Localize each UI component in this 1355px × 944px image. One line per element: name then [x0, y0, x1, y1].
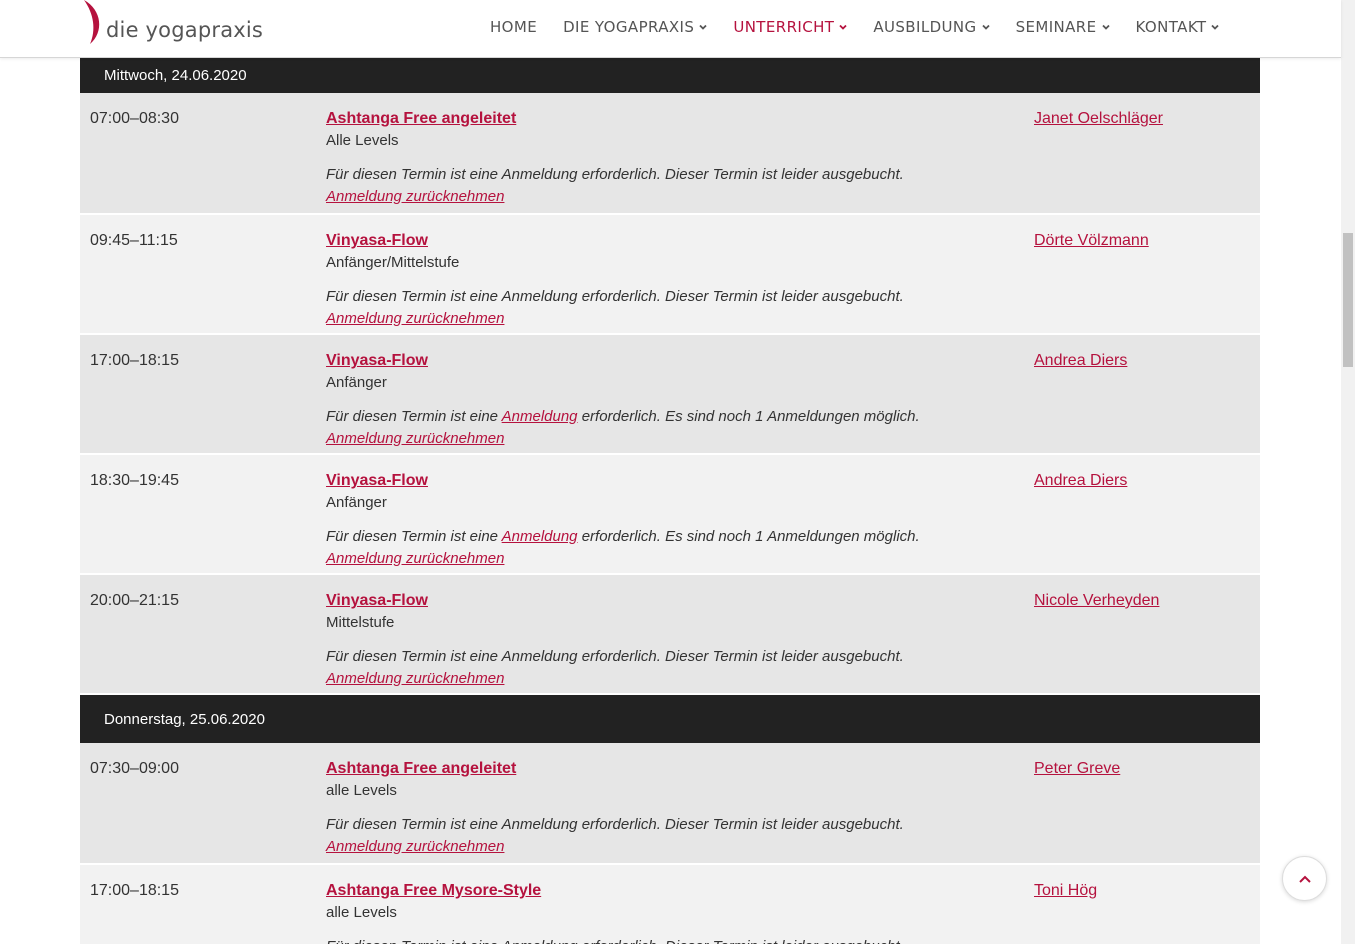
session-details: Vinyasa-Flow Anfänger Für diesen Termin is… — [326, 351, 1016, 450]
session-details: Ashtanga Free Mysore-Style alle Levels Für… — [326, 881, 1016, 944]
session-row: 17:00–18:15 Vinyasa-Flow Anfänger Für diese… — [80, 335, 1260, 453]
teacher-link[interactable]: Janet Oelschläger — [1034, 110, 1163, 128]
nav-item-label: DIE YOGAPRAXIS — [563, 18, 695, 36]
course-level: Anfänger — [326, 374, 387, 391]
teacher-link[interactable]: Andrea Diers — [1034, 352, 1127, 370]
nav-item-unterricht[interactable]: UNTERRICHT — [720, 18, 860, 36]
note-text-post: Anmeldung erforderlich. Dieser Termin is… — [501, 816, 904, 833]
session-details: Ashtanga Free angeleitet alle Levels Für d… — [326, 759, 1016, 858]
nav-item-label: KONTAKT — [1135, 18, 1207, 36]
registration-note: Für diesen Termin ist eine Anmeldung erf… — [326, 936, 1016, 944]
withdraw-registration-link[interactable]: Anmeldung zurücknehmen — [326, 668, 1016, 690]
scrollbar-thumb[interactable] — [1343, 233, 1353, 367]
nav-item-seminare[interactable]: SEMINARE — [1003, 18, 1123, 36]
nav-item-label: HOME — [490, 18, 538, 36]
withdraw-registration-link[interactable]: Anmeldung zurücknehmen — [326, 836, 1016, 858]
withdraw-registration-link[interactable]: Anmeldung zurücknehmen — [326, 186, 1016, 208]
session-time: 18:30–19:45 — [90, 472, 179, 489]
registration-link[interactable]: Anmeldung — [502, 528, 578, 545]
session-time: 07:00–08:30 — [90, 110, 179, 127]
course-title-link[interactable]: Vinyasa-Flow — [326, 231, 1016, 251]
teacher-link[interactable]: Nicole Verheyden — [1034, 592, 1159, 610]
note-text-pre: Für diesen Termin ist eine — [326, 408, 502, 425]
nav-item-home[interactable]: HOME — [477, 18, 550, 36]
session-row: 07:30–09:00 Ashtanga Free angeleitet alle … — [80, 743, 1260, 863]
note-text-pre: Für diesen Termin ist eine — [326, 816, 502, 833]
withdraw-registration-link[interactable]: Anmeldung zurücknehmen — [326, 428, 1016, 450]
chevron-down-icon — [1101, 24, 1110, 30]
note-text-post: Anmeldung erforderlich. Dieser Termin is… — [501, 648, 904, 665]
back-to-top-button[interactable] — [1282, 856, 1327, 901]
note-text-pre: Für diesen Termin ist eine — [326, 166, 502, 183]
session-time: 07:30–09:00 — [90, 760, 179, 777]
registration-note: Für diesen Termin ist eine Anmeldung erf… — [326, 814, 1016, 836]
teacher-link[interactable]: Andrea Diers — [1034, 472, 1127, 490]
note-text-pre: Für diesen Termin ist eine — [326, 288, 502, 305]
nav-item-label: AUSBILDUNG — [873, 18, 977, 36]
course-title-link[interactable]: Vinyasa-Flow — [326, 591, 1016, 611]
nav-item-label: SEMINARE — [1015, 18, 1097, 36]
course-level: Anfänger — [326, 494, 387, 511]
chevron-down-icon — [1211, 24, 1220, 30]
nav-item-label: UNTERRICHT — [733, 18, 835, 36]
session-details: Ashtanga Free angeleitet Alle Levels Für d… — [326, 109, 1016, 208]
course-title-link[interactable]: Vinyasa-Flow — [326, 351, 1016, 371]
chevron-down-icon — [981, 24, 990, 30]
session-time: 17:00–18:15 — [90, 882, 179, 899]
course-level: alle Levels — [326, 904, 397, 921]
day-header: Donnerstag, 25.06.2020 — [80, 695, 1260, 743]
registration-link[interactable]: Anmeldung — [502, 408, 578, 425]
teacher-link[interactable]: Dörte Völzmann — [1034, 232, 1149, 250]
course-title-link[interactable]: Ashtanga Free angeleitet — [326, 109, 1016, 129]
chevron-up-icon — [1298, 875, 1311, 883]
session-time: 17:00–18:15 — [90, 352, 179, 369]
nav-item-die-yogapraxis[interactable]: DIE YOGAPRAXIS — [550, 18, 720, 36]
day-header: Mittwoch, 24.06.2020 — [80, 58, 1260, 93]
course-level: alle Levels — [326, 782, 397, 799]
session-details: Vinyasa-Flow Anfänger/Mittelstufe Für dies… — [326, 231, 1016, 330]
session-details: Vinyasa-Flow Mittelstufe Für diesen Termin… — [326, 591, 1016, 690]
session-row: 18:30–19:45 Vinyasa-Flow Anfänger Für diese… — [80, 455, 1260, 573]
course-schedule: Mittwoch, 24.06.2020 07:00–08:30 Ashtanga … — [80, 58, 1260, 944]
withdraw-registration-link[interactable]: Anmeldung zurücknehmen — [326, 308, 1016, 330]
session-details: Vinyasa-Flow Anfänger Für diesen Termin is… — [326, 471, 1016, 570]
session-row: 09:45–11:15 Vinyasa-Flow Anfänger/Mittelst… — [80, 215, 1260, 333]
chevron-down-icon — [839, 24, 847, 30]
logo-text: die yogapraxis — [106, 18, 264, 42]
course-level: Anfänger/Mittelstufe — [326, 254, 460, 271]
teacher-link[interactable]: Toni Hög — [1034, 882, 1097, 900]
teacher-link[interactable]: Peter Greve — [1034, 760, 1120, 778]
note-text-post: Anmeldung erforderlich. Dieser Termin is… — [502, 938, 904, 944]
note-text-post: Anmeldung erforderlich. Dieser Termin is… — [501, 288, 904, 305]
session-time: 20:00–21:15 — [90, 592, 179, 609]
session-row: 17:00–18:15 Ashtanga Free Mysore-Style all… — [80, 865, 1260, 944]
course-title-link[interactable]: Ashtanga Free Mysore-Style — [326, 881, 1016, 901]
site-header: die yogapraxis HOME DIE YOGAPRAXIS UNTERRI… — [0, 0, 1341, 58]
registration-note: Für diesen Termin ist eine Anmeldung erf… — [326, 286, 1016, 308]
note-text-pre: Für diesen Termin ist eine — [326, 648, 502, 665]
session-row: 07:00–08:30 Ashtanga Free angeleitet Alle … — [80, 93, 1260, 213]
nav-item-ausbildung[interactable]: AUSBILDUNG — [860, 18, 1002, 36]
note-text-post: erforderlich. Es sind noch 1 Anmeldungen… — [577, 408, 920, 425]
session-time: 09:45–11:15 — [90, 232, 178, 249]
course-title-link[interactable]: Ashtanga Free angeleitet — [326, 759, 1016, 779]
course-level: Alle Levels — [326, 132, 399, 149]
page-scrollbar[interactable] — [1341, 0, 1355, 944]
session-row: 20:00–21:15 Vinyasa-Flow Mittelstufe Für di… — [80, 575, 1260, 693]
course-level: Mittelstufe — [326, 614, 395, 631]
note-text-pre: Für diesen Termin ist eine — [326, 528, 502, 545]
nav-item-kontakt[interactable]: KONTAKT — [1123, 18, 1233, 36]
chevron-down-icon — [699, 24, 707, 30]
crescent-logo-icon — [84, 0, 100, 44]
note-text-post: Anmeldung erforderlich. Dieser Termin is… — [501, 166, 904, 183]
registration-note: Für diesen Termin ist eine Anmeldung erf… — [326, 646, 1016, 668]
registration-note: Für diesen Termin ist eine Anmeldung erf… — [326, 406, 1016, 428]
note-text-pre: Für diesen Termin ist eine — [326, 938, 502, 944]
course-title-link[interactable]: Vinyasa-Flow — [326, 471, 1016, 491]
withdraw-registration-link[interactable]: Anmeldung zurücknehmen — [326, 548, 1016, 570]
registration-note: Für diesen Termin ist eine Anmeldung erf… — [326, 526, 1016, 548]
registration-note: Für diesen Termin ist eine Anmeldung erf… — [326, 164, 1016, 186]
note-text-post: erforderlich. Es sind noch 1 Anmeldungen… — [577, 528, 920, 545]
main-navigation: HOME DIE YOGAPRAXIS UNTERRICHT AUSBILDUNG SE… — [477, 0, 1232, 54]
